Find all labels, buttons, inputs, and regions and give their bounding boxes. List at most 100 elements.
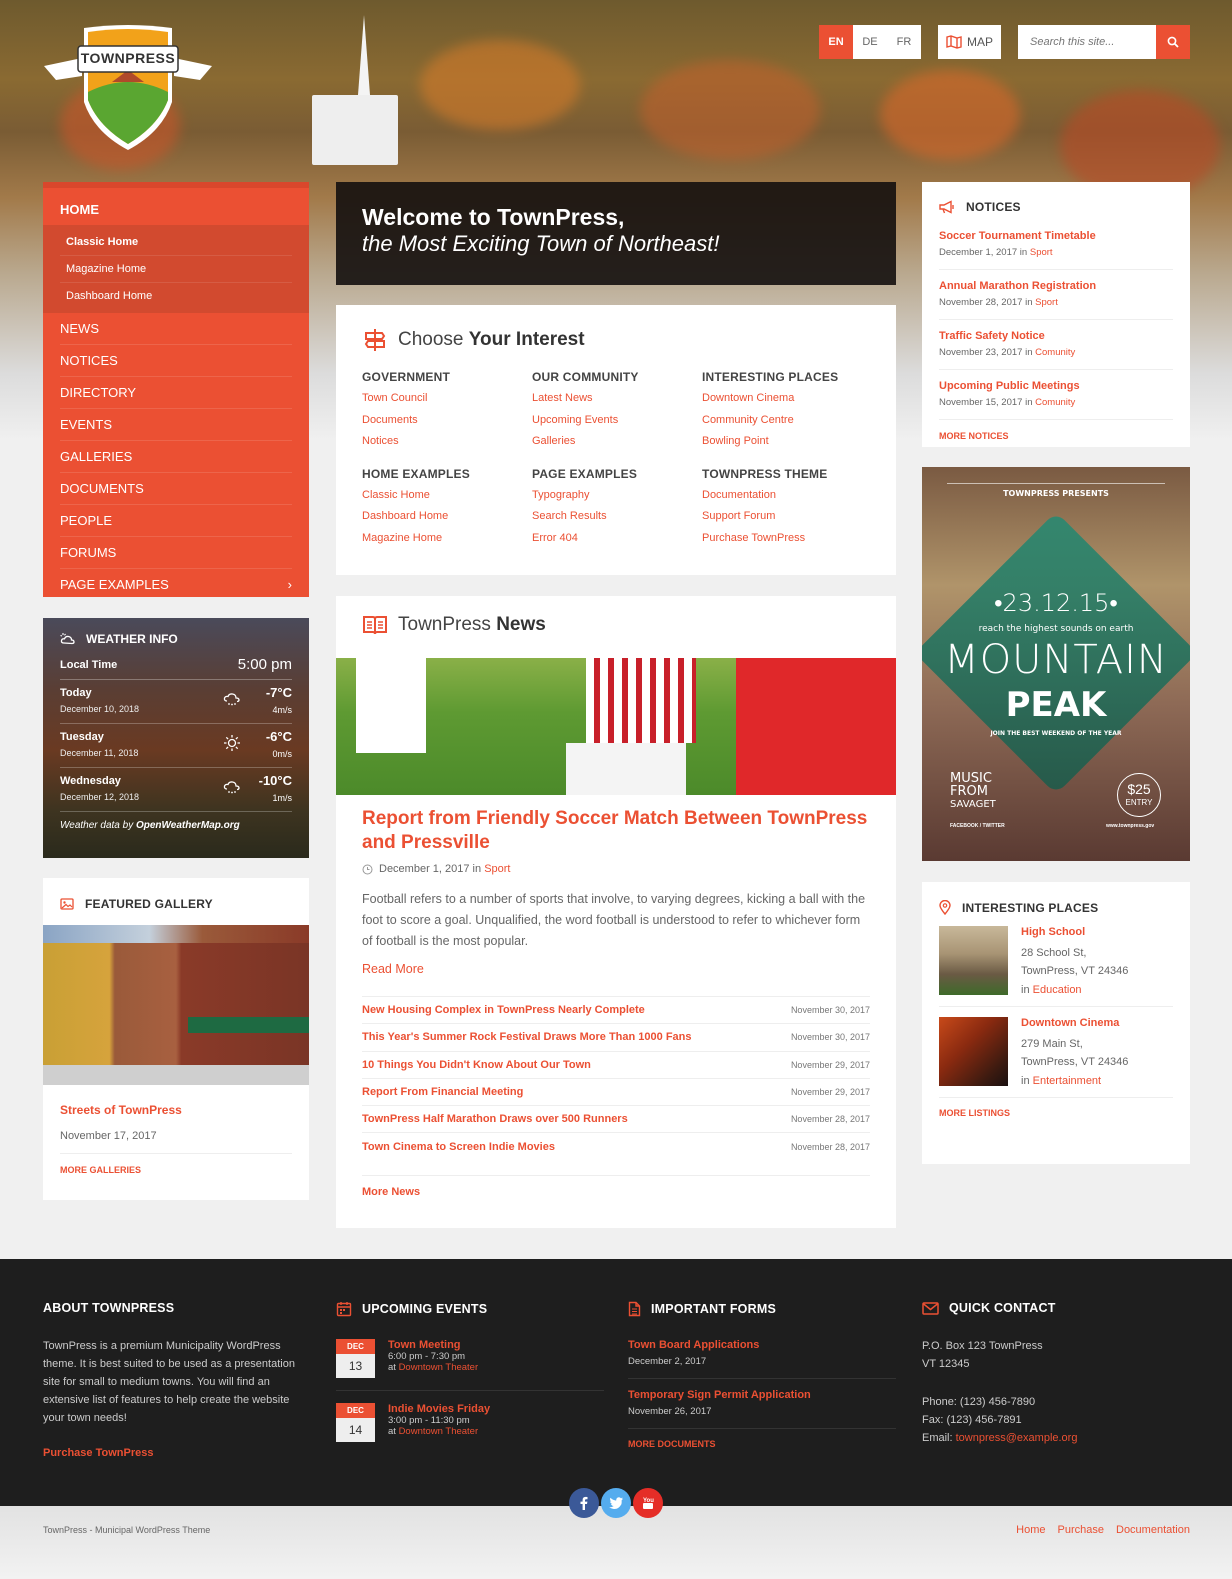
interest-link[interactable]: Dashboard Home (362, 506, 532, 528)
form-title[interactable]: Town Board Applications (628, 1339, 896, 1351)
lang-de[interactable]: DE (853, 25, 887, 59)
interest-link[interactable]: Town Council (362, 388, 532, 410)
news-list-title[interactable]: This Year's Summer Rock Festival Draws M… (362, 1031, 692, 1043)
nav-item-label: FORUMS (60, 545, 117, 560)
nav-subitem-classic-home[interactable]: Classic Home (60, 229, 292, 256)
weather-credit: Weather data by OpenWeatherMap.org (60, 812, 292, 831)
weather-credit-link[interactable]: OpenWeatherMap.org (136, 820, 240, 831)
poster-presents: TOWNPRESS PRESENTS (1003, 489, 1109, 498)
logo-shield-icon (44, 25, 212, 150)
news-list-date: November 29, 2017 (790, 1087, 870, 1098)
nav-item-forums[interactable]: FORUMS (60, 537, 292, 569)
notice-title[interactable]: Annual Marathon Registration (939, 280, 1173, 292)
featured-news-image[interactable] (336, 658, 896, 795)
notice-title[interactable]: Upcoming Public Meetings (939, 380, 1173, 392)
place-category[interactable]: Education (1033, 984, 1082, 996)
notice-item: Upcoming Public Meetings November 15, 201… (939, 376, 1173, 420)
event-poster-banner[interactable]: TOWNPRESS PRESENTS •23.12.15• reach the … (922, 467, 1190, 861)
event-title[interactable]: Town Meeting (388, 1339, 478, 1351)
event-title[interactable]: Indie Movies Friday (388, 1403, 490, 1415)
notice-category[interactable]: Comunity (1035, 397, 1075, 408)
weather-widget: WEATHER INFO Local Time 5:00 pm Today Dec… (43, 618, 309, 858)
place-thumbnail[interactable] (939, 1017, 1008, 1086)
place-name[interactable]: Downtown Cinema (1021, 1017, 1128, 1029)
notice-title[interactable]: Traffic Safety Notice (939, 330, 1173, 342)
interest-link[interactable]: Magazine Home (362, 528, 532, 550)
purchase-townpress-link[interactable]: Purchase TownPress (43, 1447, 303, 1459)
news-list-title[interactable]: 10 Things You Didn't Know About Our Town (362, 1059, 591, 1071)
lang-en[interactable]: EN (819, 25, 853, 59)
event-venue[interactable]: Downtown Theater (399, 1426, 479, 1437)
interest-link[interactable]: Search Results (532, 506, 702, 528)
bottom-link-home[interactable]: Home (1016, 1524, 1045, 1536)
footer-contact: QUICK CONTACT P.O. Box 123 TownPress VT … (922, 1301, 1078, 1444)
news-list-title[interactable]: Town Cinema to Screen Indie Movies (362, 1141, 555, 1153)
map-button[interactable]: MAP (938, 25, 1001, 59)
notice-category[interactable]: Sport (1035, 297, 1058, 308)
notice-title[interactable]: Soccer Tournament Timetable (939, 230, 1173, 242)
nav-subitem-dashboard-home[interactable]: Dashboard Home (60, 283, 292, 309)
twitter-icon[interactable] (601, 1488, 631, 1518)
nav-item-home[interactable]: HOME (43, 188, 309, 225)
news-list-title[interactable]: TownPress Half Marathon Draws over 500 R… (362, 1113, 628, 1125)
nav-item-events[interactable]: EVENTS (60, 409, 292, 441)
nav-item-page-examples[interactable]: PAGE EXAMPLES › (60, 569, 292, 600)
search-button[interactable] (1156, 25, 1190, 59)
interest-link[interactable]: Latest News (532, 388, 702, 410)
facebook-icon[interactable] (569, 1488, 599, 1518)
featured-news-category[interactable]: Sport (484, 863, 510, 875)
news-list-date: November 29, 2017 (790, 1059, 870, 1070)
interest-link[interactable]: Galleries (532, 431, 702, 453)
interest-link[interactable]: Error 404 (532, 528, 702, 550)
townpress-logo[interactable]: TOWNPRESS (42, 22, 214, 152)
interest-group-home-examples: HOME EXAMPLES Classic Home Dashboard Hom… (362, 467, 532, 550)
interest-link[interactable]: Documentation (702, 485, 872, 507)
envelope-icon (922, 1301, 939, 1315)
search-input[interactable] (1018, 25, 1156, 59)
more-news-link[interactable]: More News (362, 1174, 870, 1198)
place-address: 279 Main St, (1021, 1038, 1083, 1050)
nav-item-people[interactable]: PEOPLE (60, 505, 292, 537)
youtube-icon[interactable]: You (633, 1488, 663, 1518)
bottom-link-purchase[interactable]: Purchase (1058, 1524, 1104, 1536)
place-category[interactable]: Entertainment (1033, 1075, 1101, 1087)
event-venue[interactable]: Downtown Theater (399, 1362, 479, 1373)
place-thumbnail[interactable] (939, 926, 1008, 995)
featured-news-title[interactable]: Report from Friendly Soccer Match Betwee… (362, 807, 870, 855)
interest-link[interactable]: Support Forum (702, 506, 872, 528)
more-documents-link[interactable]: MORE DOCUMENTS (628, 1439, 896, 1449)
more-notices-link[interactable]: MORE NOTICES (939, 426, 1173, 441)
nav-item-documents[interactable]: DOCUMENTS (60, 473, 292, 505)
read-more-link[interactable]: Read More (362, 962, 870, 976)
form-title[interactable]: Temporary Sign Permit Application (628, 1389, 896, 1401)
nav-item-directory[interactable]: DIRECTORY (60, 377, 292, 409)
contact-email-link[interactable]: townpress@example.org (956, 1432, 1078, 1444)
more-listings-link[interactable]: MORE LISTINGS (939, 1108, 1173, 1118)
nav-home-submenu: Classic Home Magazine Home Dashboard Hom… (43, 225, 309, 313)
nav-subitem-magazine-home[interactable]: Magazine Home (60, 256, 292, 283)
interest-link[interactable]: Bowling Point (702, 431, 872, 453)
interest-link[interactable]: Downtown Cinema (702, 388, 872, 410)
news-list-title[interactable]: New Housing Complex in TownPress Nearly … (362, 1004, 645, 1016)
interest-link[interactable]: Typography (532, 485, 702, 507)
interest-link[interactable]: Notices (362, 431, 532, 453)
bottom-link-documentation[interactable]: Documentation (1116, 1524, 1190, 1536)
featured-news-excerpt: Football refers to a number of sports th… (362, 892, 866, 948)
nav-item-news[interactable]: NEWS (60, 313, 292, 345)
news-list-date: November 28, 2017 (790, 1142, 870, 1153)
interest-link[interactable]: Classic Home (362, 485, 532, 507)
more-galleries-link[interactable]: MORE GALLERIES (43, 1154, 309, 1186)
interest-link[interactable]: Purchase TownPress (702, 528, 872, 550)
gallery-thumbnail[interactable] (43, 925, 309, 1085)
lang-fr[interactable]: FR (887, 25, 921, 59)
notice-category[interactable]: Sport (1030, 247, 1053, 258)
place-name[interactable]: High School (1021, 926, 1128, 938)
notice-category[interactable]: Comunity (1035, 347, 1075, 358)
nav-item-galleries[interactable]: GALLERIES (60, 441, 292, 473)
gallery-item-title[interactable]: Streets of TownPress (43, 1085, 309, 1117)
interest-link[interactable]: Upcoming Events (532, 410, 702, 432)
interest-link[interactable]: Documents (362, 410, 532, 432)
news-list-title[interactable]: Report From Financial Meeting (362, 1086, 523, 1098)
nav-item-notices[interactable]: NOTICES (60, 345, 292, 377)
interest-link[interactable]: Community Centre (702, 410, 872, 432)
